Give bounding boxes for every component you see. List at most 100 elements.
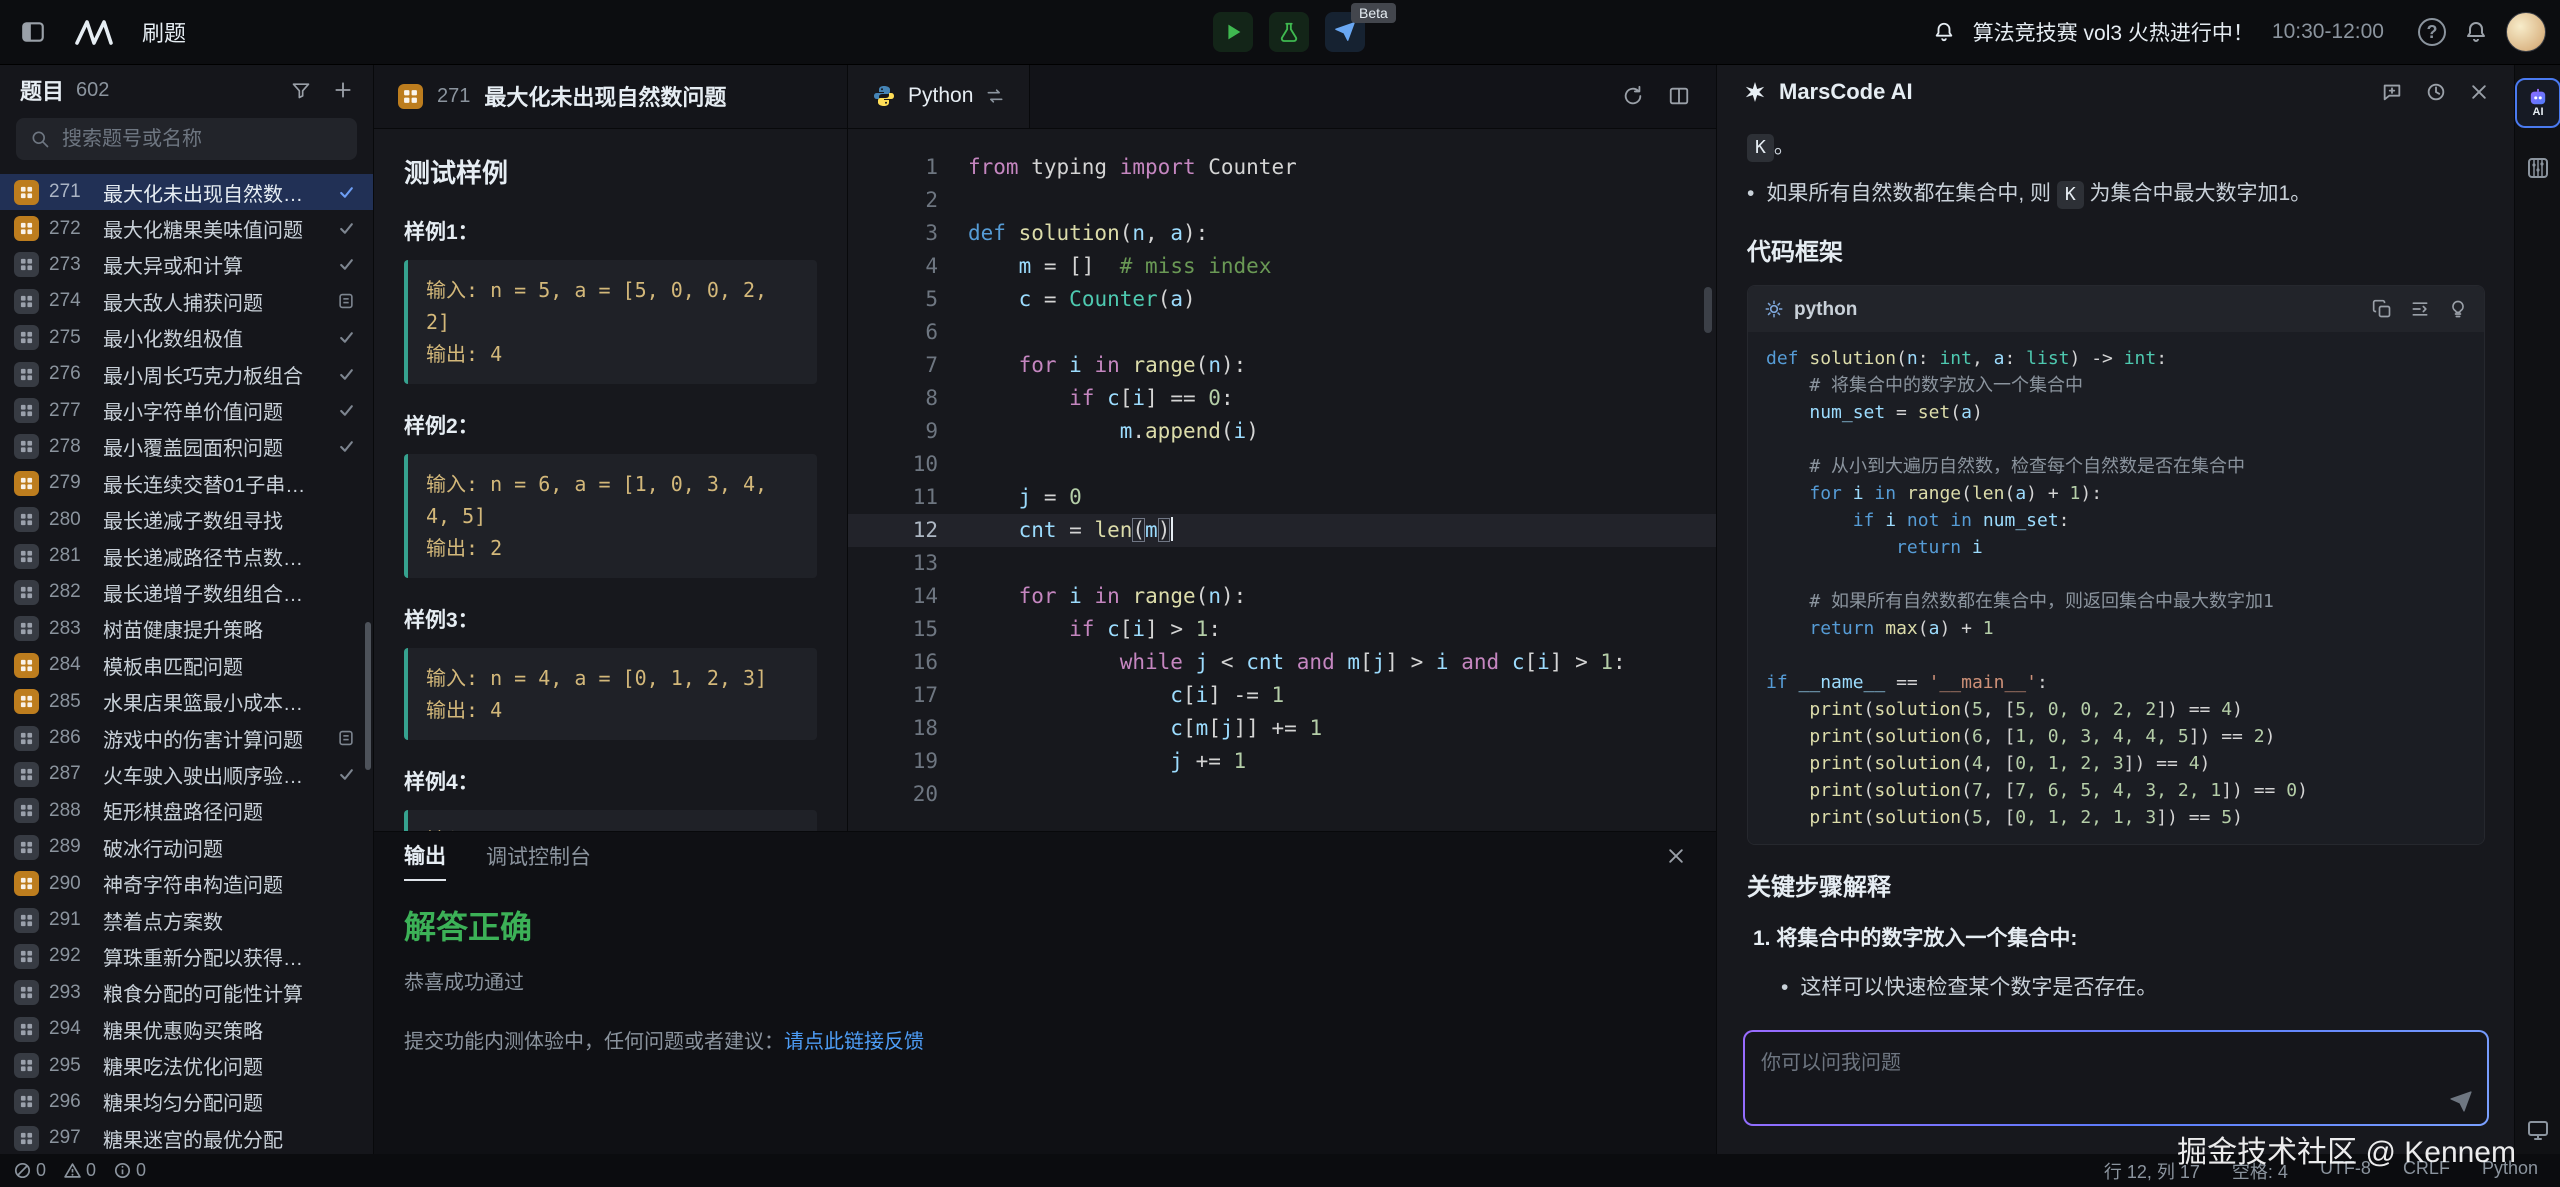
encoding-setting[interactable]: UTF-8 xyxy=(2320,1158,2371,1184)
history-icon[interactable] xyxy=(2425,81,2447,103)
problem-list-item[interactable]: 275最小化数组极值 xyxy=(0,320,373,356)
filter-button[interactable] xyxy=(291,80,311,100)
problem-list-item[interactable]: 271最大化未出现自然数问题 xyxy=(0,174,373,210)
announcement-time: 10:30-12:00 xyxy=(2272,20,2384,44)
problem-list-item[interactable]: 292算珠重新分配以获得最小值 xyxy=(0,938,373,974)
problem-list-item[interactable]: 272最大化糖果美味值问题 xyxy=(0,210,373,246)
editor-line[interactable]: 8 if c[i] == 0: xyxy=(848,382,1716,415)
eol-setting[interactable]: CRLF xyxy=(2403,1158,2450,1184)
line-content: c = Counter(a) xyxy=(968,283,1196,316)
editor-line[interactable]: 3def solution(n, a): xyxy=(848,217,1716,250)
indentation-setting[interactable]: 空格: 4 xyxy=(2232,1158,2288,1184)
problem-list-item[interactable]: 294糖果优惠购买策略 xyxy=(0,1011,373,1047)
new-chat-icon[interactable] xyxy=(2381,81,2403,103)
explain-bulb-icon[interactable] xyxy=(2448,299,2468,319)
code-token: ( xyxy=(1864,699,1875,720)
ai-assistant-button[interactable]: AI xyxy=(2515,78,2560,128)
problem-list-item[interactable]: 287火车驶入驶出顺序验证问题 xyxy=(0,756,373,792)
run-button[interactable] xyxy=(1213,12,1253,52)
editor-line[interactable]: 11 j = 0 xyxy=(848,481,1716,514)
avatar[interactable] xyxy=(2506,12,2546,52)
ai-input-box[interactable] xyxy=(1745,1032,2487,1124)
editor-line[interactable]: 7 for i in range(n): xyxy=(848,349,1716,382)
problem-list-item[interactable]: 291禁着点方案数 xyxy=(0,902,373,938)
problem-list-item[interactable]: 276最小周长巧克力板组合 xyxy=(0,356,373,392)
difficulty-icon xyxy=(14,289,39,314)
editor-line[interactable]: 20 xyxy=(848,778,1716,811)
code-token: m xyxy=(1196,716,1209,740)
test-button[interactable] xyxy=(1269,12,1309,52)
problem-list-item[interactable]: 284模板串匹配问题 xyxy=(0,647,373,683)
line-number: 8 xyxy=(848,382,968,415)
editor-line[interactable]: 13 xyxy=(848,547,1716,580)
editor-line[interactable]: 6 xyxy=(848,316,1716,349)
editor-line[interactable]: 2 xyxy=(848,184,1716,217)
editor-scrollbar[interactable] xyxy=(1704,287,1712,333)
problem-list-item[interactable]: 286游戏中的伤害计算问题 xyxy=(0,720,373,756)
editor-line[interactable]: 16 while j < cnt and m[j] > i and c[i] >… xyxy=(848,646,1716,679)
code-editor[interactable]: 1from typing import Counter23def solutio… xyxy=(848,129,1716,811)
editor-line[interactable]: 12 cnt = len(m) xyxy=(848,514,1716,547)
problem-list-item[interactable]: 277最小字符单价值问题 xyxy=(0,392,373,428)
ai-chat-input[interactable] xyxy=(1745,1032,2487,1124)
infos-indicator[interactable]: 0 xyxy=(114,1160,146,1181)
problem-list-item[interactable]: 297糖果迷宫的最优分配 xyxy=(0,1120,373,1154)
editor-line[interactable]: 14 for i in range(n): xyxy=(848,580,1716,613)
problem-list-item[interactable]: 282最长递增子数组组合问题 xyxy=(0,574,373,610)
problem-list-item[interactable]: 274最大敌人捕获问题 xyxy=(0,283,373,319)
problem-list-item[interactable]: 278最小覆盖园面积问题 xyxy=(0,429,373,465)
tab-python[interactable]: Python xyxy=(848,64,1030,128)
problem-list-item[interactable]: 289破冰行动问题 xyxy=(0,829,373,865)
problem-list-item[interactable]: 288矩形棋盘路径问题 xyxy=(0,793,373,829)
code-token: ) xyxy=(1158,518,1171,542)
announcement-text[interactable]: 算法竞技赛 vol3 火热进行中！ xyxy=(1973,17,2254,47)
cursor-position[interactable]: 行 12, 列 17 xyxy=(2104,1158,2200,1184)
problem-list-item[interactable]: 279最长连续交替01子串问题 xyxy=(0,465,373,501)
errors-indicator[interactable]: 0 xyxy=(14,1160,46,1181)
editor-line[interactable]: 19 j += 1 xyxy=(848,745,1716,778)
problem-list-item[interactable]: 296糖果均匀分配问题 xyxy=(0,1084,373,1120)
monitor-icon[interactable] xyxy=(2515,1118,2560,1142)
feedback-link[interactable]: 请点此链接反馈 xyxy=(784,1031,924,1053)
editor-line[interactable]: 17 c[i] -= 1 xyxy=(848,679,1716,712)
problem-list-item[interactable]: 273最大异或和计算 xyxy=(0,247,373,283)
copy-code-icon[interactable] xyxy=(2372,299,2392,319)
sidebar-scrollbar[interactable] xyxy=(365,622,371,770)
search-box[interactable] xyxy=(16,118,357,160)
language-switch-icon[interactable] xyxy=(985,86,1005,106)
language-mode[interactable]: Python xyxy=(2482,1158,2538,1184)
problem-list-item[interactable]: 285水果店果篮最小成本问题 xyxy=(0,683,373,719)
notifications-button[interactable] xyxy=(2464,20,2488,44)
editor-line[interactable]: 10 xyxy=(848,448,1716,481)
contest-icon[interactable] xyxy=(2517,156,2559,180)
search-input[interactable] xyxy=(60,127,343,152)
tab-output[interactable]: 输出 xyxy=(404,831,446,881)
close-output-button[interactable] xyxy=(1666,846,1686,866)
code-token: ) + xyxy=(2026,483,2069,504)
problem-list-item[interactable]: 283树苗健康提升策略 xyxy=(0,611,373,647)
editor-line[interactable]: 4 m = [] # miss index xyxy=(848,250,1716,283)
code-token: ]) == xyxy=(2124,753,2189,774)
problem-list-item[interactable]: 290神奇字符串构造问题 xyxy=(0,865,373,901)
help-button[interactable]: ? xyxy=(2418,18,2446,46)
close-ai-panel-button[interactable] xyxy=(2469,82,2489,102)
split-editor-button[interactable] xyxy=(1668,85,1690,107)
warnings-indicator[interactable]: 0 xyxy=(64,1160,96,1181)
problem-list-item[interactable]: 295糖果吃法优化问题 xyxy=(0,1047,373,1083)
editor-line[interactable]: 15 if c[i] > 1: xyxy=(848,613,1716,646)
editor-line[interactable]: 18 c[m[j]] += 1 xyxy=(848,712,1716,745)
tab-debug-console[interactable]: 调试控制台 xyxy=(486,832,591,880)
add-problem-button[interactable] xyxy=(333,80,353,100)
code-token xyxy=(968,518,1019,542)
problem-list-item[interactable]: 281最长递减路径节点数查找 xyxy=(0,538,373,574)
solved-check-icon xyxy=(331,220,361,237)
insert-code-icon[interactable] xyxy=(2410,299,2430,319)
problem-list-item[interactable]: 280最长递减子数组寻找 xyxy=(0,502,373,538)
problem-list-item[interactable]: 293粮食分配的可能性计算 xyxy=(0,975,373,1011)
editor-line[interactable]: 9 m.append(i) xyxy=(848,415,1716,448)
editor-line[interactable]: 5 c = Counter(a) xyxy=(848,283,1716,316)
sidebar-toggle-button[interactable] xyxy=(20,19,46,45)
editor-line[interactable]: 1from typing import Counter xyxy=(848,151,1716,184)
send-icon[interactable] xyxy=(2449,1090,2473,1114)
reset-code-button[interactable] xyxy=(1622,85,1644,107)
